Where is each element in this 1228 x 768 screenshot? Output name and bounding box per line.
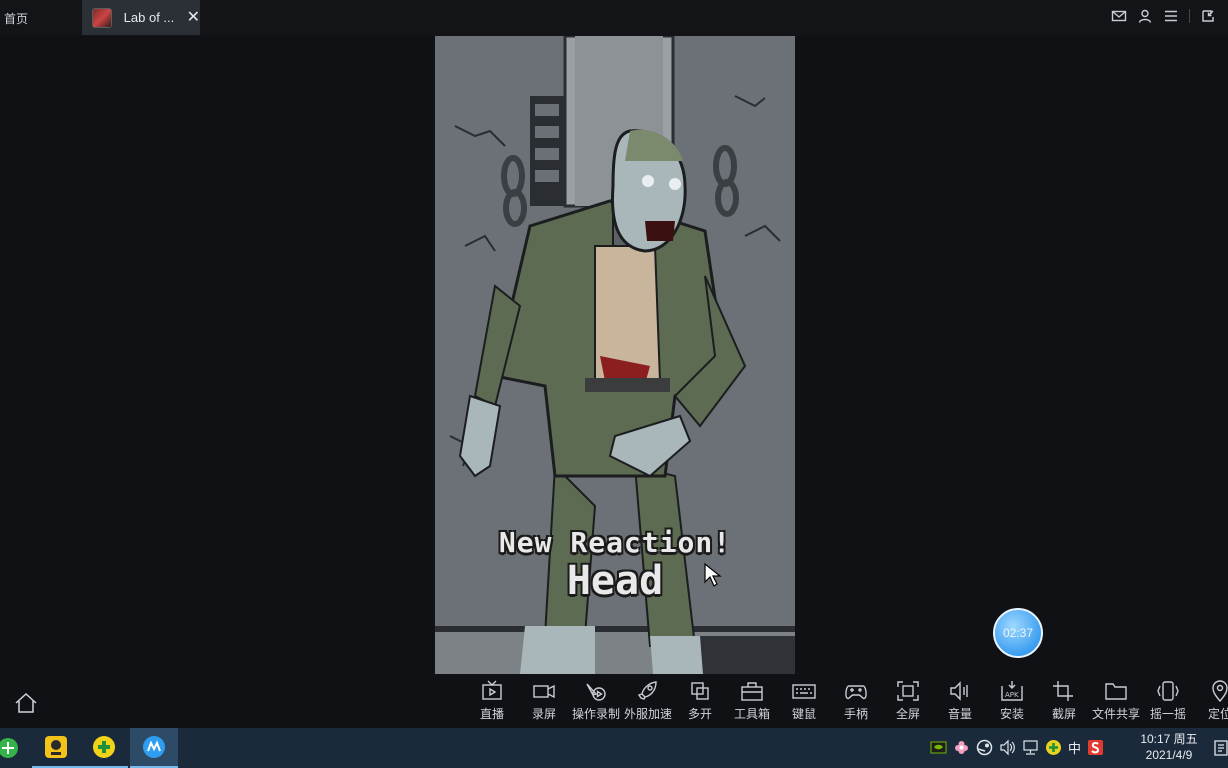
tool-fullscreen[interactable]: 全屏	[882, 680, 934, 726]
tool-record-screen[interactable]: 录屏	[518, 680, 570, 726]
game-screen[interactable]: New Reaction! Head	[435, 36, 795, 674]
tool-label: 音量	[947, 707, 972, 721]
video-camera-icon	[533, 684, 555, 699]
apk-install-icon: APK	[1001, 681, 1023, 701]
mouse-cursor-icon	[704, 562, 722, 587]
menu-icon[interactable]	[1163, 8, 1179, 24]
tool-file-share[interactable]: 文件共享	[1090, 680, 1142, 726]
taskbar-app-emulator[interactable]	[130, 728, 178, 768]
separator	[1189, 9, 1190, 23]
tool-label: 键鼠	[791, 707, 816, 721]
nvidia-icon[interactable]	[930, 739, 947, 756]
toolbox-icon	[741, 682, 763, 701]
location-pin-icon	[1212, 680, 1228, 702]
tool-install-apk[interactable]: APK 安装	[986, 680, 1038, 726]
game-app-icon	[92, 7, 112, 28]
tool-label: 文件共享	[1091, 707, 1140, 721]
tool-macro-record[interactable]: 操作录制	[570, 680, 622, 726]
top-bar: 首页 Lab of ... ✕	[0, 0, 1228, 36]
taskbar-app-plus[interactable]	[80, 728, 128, 768]
close-icon[interactable]: ✕	[187, 9, 200, 26]
steam-icon[interactable]	[976, 739, 993, 756]
tool-label: 手柄	[843, 707, 868, 721]
sogou-icon[interactable]	[1087, 739, 1104, 756]
tool-label: 直播	[479, 707, 504, 721]
multi-instance-icon	[691, 682, 709, 700]
tab-game[interactable]: Lab of ... ✕	[82, 0, 200, 35]
tool-label: 操作录制	[571, 707, 620, 721]
tool-location[interactable]: 定位	[1194, 680, 1228, 726]
window-controls	[1111, 8, 1216, 24]
rocket-icon	[637, 681, 657, 700]
system-tray: 中	[930, 738, 1104, 757]
tool-label: 录屏	[531, 707, 556, 721]
security-icon[interactable]	[1045, 739, 1062, 756]
reaction-title: New Reaction!	[498, 526, 732, 559]
macro-record-icon	[586, 683, 606, 701]
taskbar-app-360-browser[interactable]	[0, 728, 32, 768]
gamepad-icon	[845, 685, 867, 700]
tab-game-label: Lab of ...	[123, 10, 175, 25]
tool-label: 定位	[1207, 707, 1228, 721]
tool-screenshot[interactable]: 截屏	[1038, 680, 1090, 726]
network-icon[interactable]	[1022, 739, 1039, 756]
tool-label: 多开	[687, 707, 712, 721]
emulator-app-icon	[143, 736, 165, 758]
minimize-icon[interactable]	[1200, 8, 1216, 24]
tool-shake[interactable]: 摇一摇	[1142, 680, 1194, 726]
taskbar-clock[interactable]: 10:17 周五 2021/4/9	[1138, 731, 1200, 763]
clock-time: 10:17 周五	[1140, 732, 1198, 746]
reaction-name: Head	[566, 558, 664, 604]
keyboard-icon	[792, 684, 816, 699]
taskbar-app-yellow[interactable]	[32, 728, 80, 768]
ime-indicator[interactable]: 中	[1068, 738, 1081, 757]
tool-label: 工具箱	[733, 707, 770, 721]
svg-text:APK: APK	[1005, 691, 1019, 699]
shake-phone-icon	[1157, 681, 1179, 701]
browser-app-icon	[0, 738, 18, 758]
tool-keyboard-mouse[interactable]: 键鼠	[778, 680, 830, 726]
tool-label: 安装	[999, 707, 1024, 721]
home-icon[interactable]	[14, 692, 38, 714]
emulator-toolbar: 直播 录屏 操作录制 外服加速 多开 工具箱 键鼠 手柄 全屏 音量 APK 安…	[466, 680, 1228, 726]
clock-date: 2021/4/9	[1145, 748, 1193, 762]
tool-volume[interactable]: 音量	[934, 680, 986, 726]
tool-accelerate[interactable]: 外服加速	[622, 680, 674, 726]
flower-icon[interactable]	[953, 739, 970, 756]
yellow-app-icon	[45, 736, 67, 758]
notification-icon[interactable]	[1214, 740, 1228, 756]
tool-label: 摇一摇	[1149, 707, 1186, 721]
tool-label: 全屏	[895, 707, 920, 721]
folder-icon	[1105, 683, 1127, 700]
volume-icon	[950, 681, 968, 701]
tool-toolbox[interactable]: 工具箱	[726, 680, 778, 726]
plus-app-icon	[93, 736, 115, 758]
tool-multi-instance[interactable]: 多开	[674, 680, 726, 726]
tool-gamepad[interactable]: 手柄	[830, 680, 882, 726]
crop-icon	[1053, 681, 1073, 701]
windows-taskbar: 中 10:17 周五 2021/4/9	[0, 728, 1228, 768]
fullscreen-icon	[897, 681, 919, 701]
tool-label: 外服加速	[623, 707, 672, 721]
record-timer-bubble[interactable]: 02:37	[993, 608, 1043, 658]
speaker-icon[interactable]	[999, 739, 1016, 756]
home-tab[interactable]: 首页	[4, 10, 28, 27]
tool-live[interactable]: 直播	[466, 680, 518, 726]
live-tv-icon	[482, 680, 502, 700]
mail-icon[interactable]	[1111, 8, 1127, 24]
user-icon[interactable]	[1137, 8, 1153, 24]
tool-label: 截屏	[1051, 707, 1076, 721]
